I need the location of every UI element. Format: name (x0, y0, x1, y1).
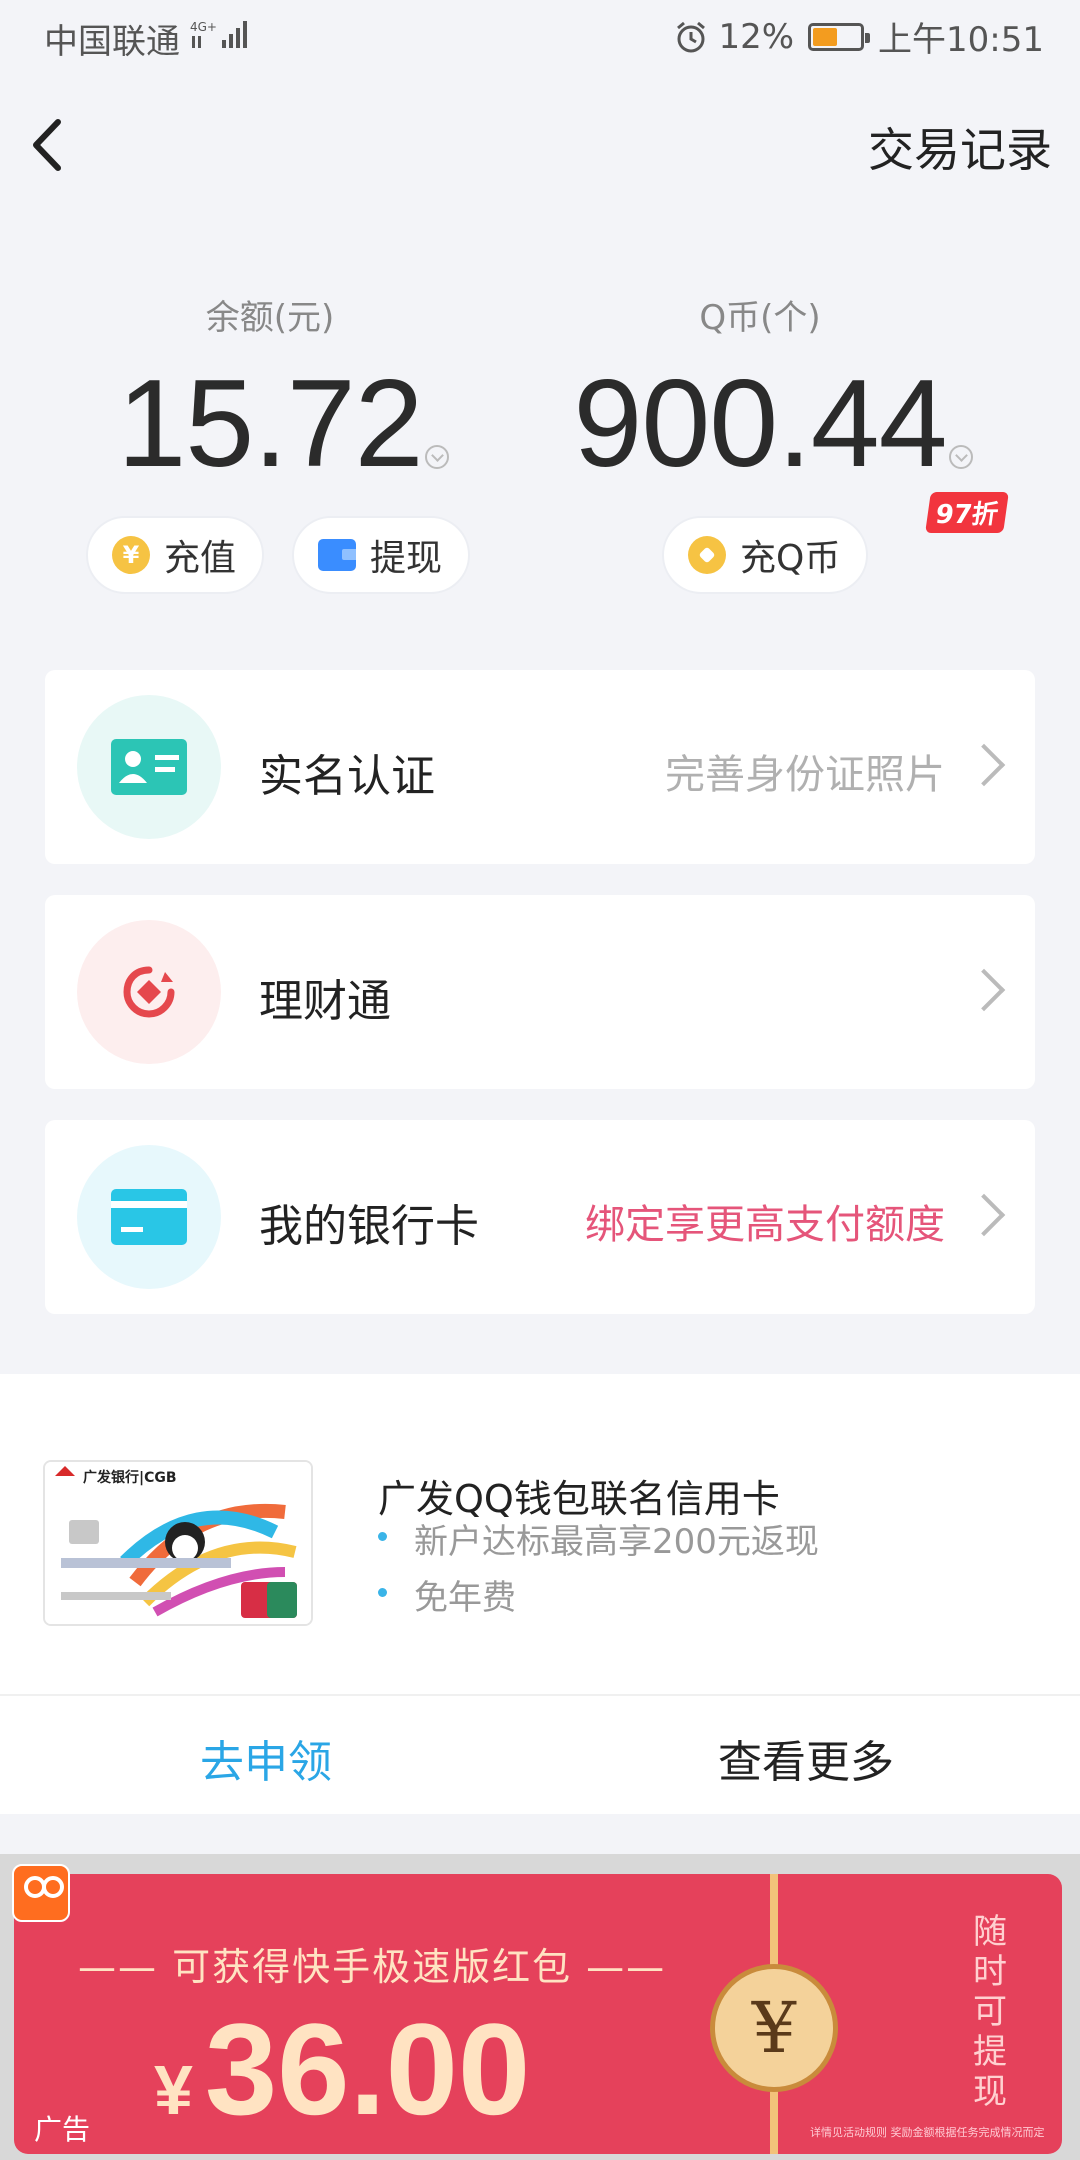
transaction-records-link[interactable]: 交易记录 (868, 114, 1052, 180)
qcoin-value: 900.44 (573, 353, 973, 495)
wallet-icon (318, 539, 356, 571)
ad-amount: ¥36.00 (154, 1996, 531, 2142)
recharge-qcoin-label: 充Q币 (740, 538, 841, 579)
battery-icon (808, 22, 871, 51)
ad-banner[interactable]: —— 可获得快手极速版红包 —— ¥36.00 ¥ 随时可提现 详情见活动规则 … (0, 1854, 1080, 2160)
credit-card-promo: 广发银行|CGB 广发QQ钱包联名信用卡 新户达标最高享200元返现 免年费 去… (0, 1374, 1080, 1814)
status-bar: 中国联通 4G+ 12% 上午10:51 (0, 0, 1080, 74)
view-more-button[interactable]: 查看更多 (718, 1726, 894, 1790)
balance-label: 余额(元) (205, 298, 335, 338)
menu-item-bank-card[interactable]: 我的银行卡 绑定享更高支付额度 (45, 1120, 1035, 1314)
qcoin-column[interactable]: Q币(个) 900.44 (490, 290, 1030, 495)
back-icon[interactable] (14, 110, 84, 180)
menu-title: 理财通 (259, 976, 391, 1027)
qcoin-toggle-icon[interactable] (948, 445, 973, 469)
yen-coin-icon: ¥ (112, 536, 150, 574)
clock: 上午10:51 (878, 20, 1044, 60)
kuaishou-logo-icon (12, 1864, 70, 1922)
ad-vertical-text: 随时可提现 (973, 1912, 1007, 2112)
divider (0, 1694, 1080, 1696)
menu-title: 实名认证 (259, 751, 435, 802)
alarm-icon (677, 21, 706, 52)
promo-bullet: 新户达标最高享200元返现 (378, 1514, 819, 1563)
apply-button[interactable]: 去申领 (200, 1726, 332, 1790)
menu-title: 我的银行卡 (259, 1201, 479, 1252)
header: 交易记录 (0, 100, 1080, 190)
card-bank-name: 广发银行|CGB (83, 1469, 177, 1486)
network-type: 4G+ (190, 20, 217, 34)
status-right: 12% 上午10:51 (674, 12, 1044, 61)
qcoin-label: Q币(个) (699, 298, 821, 338)
yen-seal-icon: ¥ (710, 1964, 838, 2092)
ad-fine-print: 详情见活动规则 奖励金额根据任务完成情况而定 (810, 2126, 1045, 2139)
ad-content[interactable]: —— 可获得快手极速版红包 —— ¥36.00 ¥ 随时可提现 详情见活动规则 … (14, 1874, 1062, 2154)
qcoin-icon (688, 536, 726, 574)
chevron-right-icon (962, 743, 1006, 787)
chevron-right-icon (962, 1193, 1006, 1237)
balance-column[interactable]: 余额(元) 15.72 (0, 290, 540, 495)
ad-headline: —— 可获得快手极速版红包 —— (78, 1945, 667, 1989)
battery-percent: 12% (718, 16, 795, 57)
balance-toggle-icon[interactable] (424, 445, 449, 469)
withdraw-label: 提现 (370, 538, 443, 579)
menu-item-real-name[interactable]: 实名认证 完善身份证照片 (45, 670, 1035, 864)
withdraw-button[interactable]: 提现 (292, 516, 471, 594)
recharge-button[interactable]: ¥ 充值 (86, 516, 265, 594)
menu-desc: 绑定享更高支付额度 (585, 1202, 945, 1248)
signal-icon: 4G+ (190, 20, 247, 48)
carrier-name: 中国联通 (44, 22, 180, 62)
id-card-icon (77, 695, 221, 839)
ad-label: 广告 (34, 2113, 91, 2146)
bank-card-icon (77, 1145, 221, 1289)
discount-badge: 97折 (925, 492, 1010, 533)
recharge-qcoin-button[interactable]: 充Q币 (662, 516, 869, 594)
wealth-icon (77, 920, 221, 1064)
balance-value: 15.72 (117, 353, 449, 495)
chevron-right-icon (962, 968, 1006, 1012)
promo-bullet: 免年费 (378, 1570, 516, 1619)
credit-card-image[interactable]: 广发银行|CGB (43, 1460, 313, 1626)
recharge-label: 充值 (164, 538, 237, 579)
menu-desc: 完善身份证照片 (665, 752, 945, 798)
menu-item-licaitong[interactable]: 理财通 (45, 895, 1035, 1089)
